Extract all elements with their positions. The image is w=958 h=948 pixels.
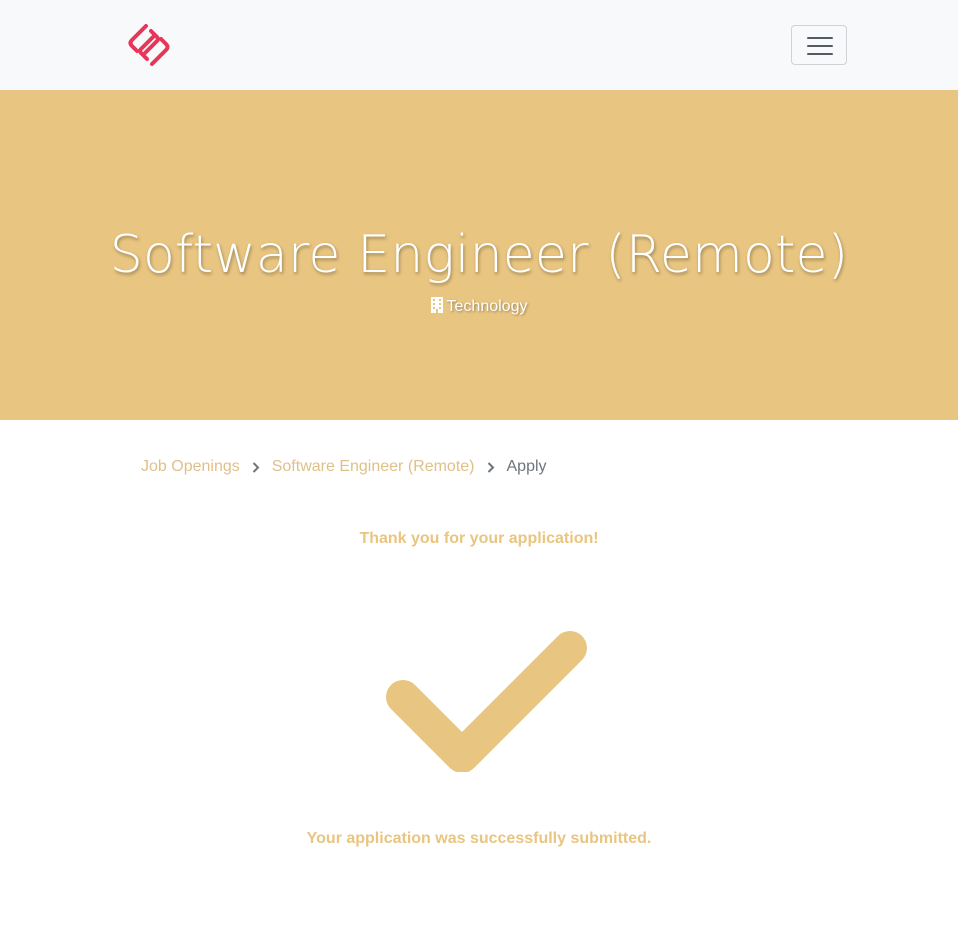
- chevron-right-icon: [487, 456, 495, 478]
- hero-banner: Software Engineer (Remote) Technology: [0, 90, 958, 420]
- department-name: Technology: [446, 298, 528, 315]
- success-message: Your application was successfully submit…: [306, 830, 652, 847]
- breadcrumb: Job Openings Software Engineer (Remote) …: [141, 456, 547, 478]
- breadcrumb-job-openings[interactable]: Job Openings: [141, 456, 240, 478]
- breadcrumb-apply: Apply: [506, 458, 547, 475]
- breadcrumb-job-title[interactable]: Software Engineer (Remote): [272, 456, 475, 478]
- menu-toggle-button[interactable]: [791, 25, 847, 65]
- chevron-right-icon: [252, 456, 260, 478]
- top-navbar: [0, 0, 958, 90]
- thank-you-heading: Thank you for your application!: [359, 530, 599, 547]
- checkmark-icon: [385, 620, 589, 773]
- department-label: Technology: [0, 295, 958, 321]
- page-title: Software Engineer (Remote): [109, 225, 849, 285]
- link-logo-icon[interactable]: [126, 22, 172, 68]
- building-icon: [430, 297, 443, 321]
